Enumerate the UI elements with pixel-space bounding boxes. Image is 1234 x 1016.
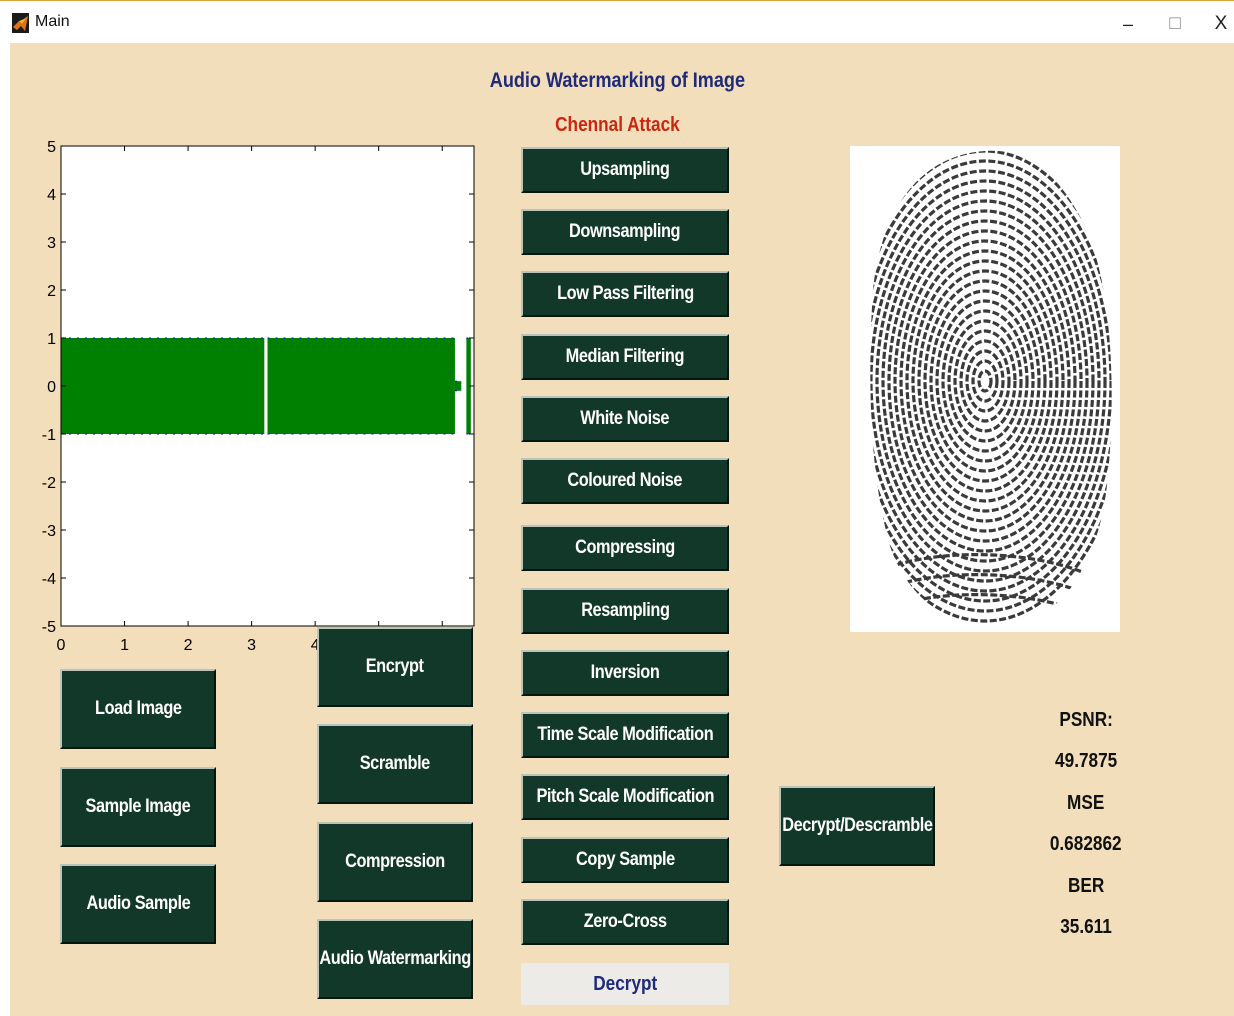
attack-button-resampling[interactable]: Resampling: [521, 588, 729, 634]
y-tick-label: -1: [42, 427, 56, 444]
close-button[interactable]: X: [1201, 10, 1234, 38]
scramble-label: Scramble: [359, 753, 431, 774]
x-tick-label: 2: [184, 637, 193, 654]
x-tick-label: 1: [120, 637, 129, 654]
audio-sample-label: Audio Sample: [86, 893, 190, 914]
y-tick-label: 4: [47, 187, 56, 204]
minimize-button[interactable]: –: [1108, 10, 1148, 38]
compression-button[interactable]: Compression: [317, 822, 473, 902]
load-image-label: Load Image: [94, 698, 182, 719]
minimize-icon: –: [1122, 13, 1133, 34]
attack-button-white-noise[interactable]: White Noise: [521, 396, 729, 442]
waveform-segment: [267, 338, 455, 434]
compression-label: Compression: [345, 851, 445, 872]
y-tick-label: 5: [47, 139, 56, 156]
x-tick-label: 0: [57, 637, 66, 654]
attack-button-copy-sample[interactable]: Copy Sample: [521, 837, 729, 883]
ber-value-text: 35.611: [1060, 916, 1112, 938]
close-icon: X: [1214, 13, 1228, 34]
page-title-text: Audio Watermarking of Image: [489, 69, 745, 92]
attack-button-pitch-scale-modification[interactable]: Pitch Scale Modification: [521, 774, 729, 820]
y-tick-label: 3: [47, 235, 56, 252]
y-tick-label: 1: [47, 331, 56, 348]
sample-image-label: Sample Image: [85, 796, 191, 817]
psnr-label-text: PSNR:: [1059, 709, 1113, 731]
attack-button-zero-cross[interactable]: Zero-Cross: [521, 899, 729, 945]
y-tick-label: -2: [42, 475, 56, 492]
waveform-plot[interactable]: 543210-1-2-3-4-50123456: [0, 1, 520, 681]
decrypt-label-text: Decrypt: [592, 972, 658, 995]
attack-button-label: Downsampling: [569, 221, 681, 242]
attack-button-upsampling[interactable]: Upsampling: [521, 147, 729, 193]
attack-button-label: White Noise: [580, 408, 670, 429]
maximize-button[interactable]: ☐: [1155, 10, 1195, 38]
mse-label-text: MSE: [1067, 792, 1105, 814]
sample-image-button[interactable]: Sample Image: [60, 767, 216, 847]
audio-watermarking-label: Audio Watermarking: [319, 948, 471, 969]
decrypt-descramble-button[interactable]: Decrypt/Descramble: [779, 786, 935, 866]
audio-sample-button[interactable]: Audio Sample: [60, 864, 216, 944]
attack-button-median-filtering[interactable]: Median Filtering: [521, 334, 729, 380]
attack-button-low-pass-filtering[interactable]: Low Pass Filtering: [521, 271, 729, 317]
decrypt-descramble-label: Decrypt/Descramble: [781, 815, 933, 836]
mse-label: MSE: [1036, 792, 1136, 815]
attack-button-inversion[interactable]: Inversion: [521, 650, 729, 696]
psnr-value: 49.7875: [1036, 750, 1136, 773]
attack-button-label: Upsampling: [580, 159, 670, 180]
attack-button-label: Copy Sample: [575, 849, 675, 870]
psnr-label: PSNR:: [1036, 709, 1136, 732]
mse-value-text: 0.682862: [1050, 833, 1122, 855]
attack-button-coloured-noise[interactable]: Coloured Noise: [521, 458, 729, 504]
attack-button-downsampling[interactable]: Downsampling: [521, 209, 729, 255]
y-tick-label: 0: [47, 379, 56, 396]
y-tick-label: -4: [42, 571, 56, 588]
ber-label: BER: [1036, 875, 1136, 898]
fingerprint-image: [850, 146, 1120, 632]
y-tick-label: -3: [42, 523, 56, 540]
ber-value: 35.611: [1036, 916, 1136, 939]
maximize-icon: ☐: [1167, 16, 1183, 33]
waveform-segment: [454, 381, 462, 391]
attack-button-label: Zero-Cross: [583, 911, 667, 932]
attack-button-label: Low Pass Filtering: [556, 283, 694, 304]
mse-value: 0.682862: [1036, 833, 1136, 856]
attack-heading-text: Chennal Attack: [554, 114, 680, 136]
psnr-value-text: 49.7875: [1054, 750, 1118, 772]
encrypt-button[interactable]: Encrypt: [317, 627, 473, 707]
x-tick-label: 3: [247, 637, 256, 654]
waveform-segment: [61, 338, 265, 434]
attack-button-time-scale-modification[interactable]: Time Scale Modification: [521, 712, 729, 758]
decrypt-label: Decrypt: [521, 963, 729, 1005]
attack-button-label: Compressing: [575, 537, 675, 558]
attack-button-label: Pitch Scale Modification: [536, 786, 714, 807]
main-window: Main – ☐ X Audio Watermarking of Image C…: [0, 0, 1234, 1016]
y-tick-label: 2: [47, 283, 56, 300]
scramble-button[interactable]: Scramble: [317, 724, 473, 804]
attack-button-label: Median Filtering: [565, 346, 685, 367]
fingerprint-graphic: [870, 150, 1112, 628]
y-tick-label: -5: [42, 619, 56, 636]
attack-button-label: Coloured Noise: [567, 470, 683, 491]
attack-button-label: Inversion: [590, 662, 660, 683]
ber-label-text: BER: [1067, 875, 1105, 897]
attack-button-compressing[interactable]: Compressing: [521, 525, 729, 571]
audio-watermarking-button[interactable]: Audio Watermarking: [317, 919, 473, 999]
attack-button-label: Resampling: [580, 600, 670, 621]
load-image-button[interactable]: Load Image: [60, 669, 216, 749]
encrypt-label: Encrypt: [366, 656, 424, 677]
attack-button-label: Time Scale Modification: [537, 724, 713, 745]
